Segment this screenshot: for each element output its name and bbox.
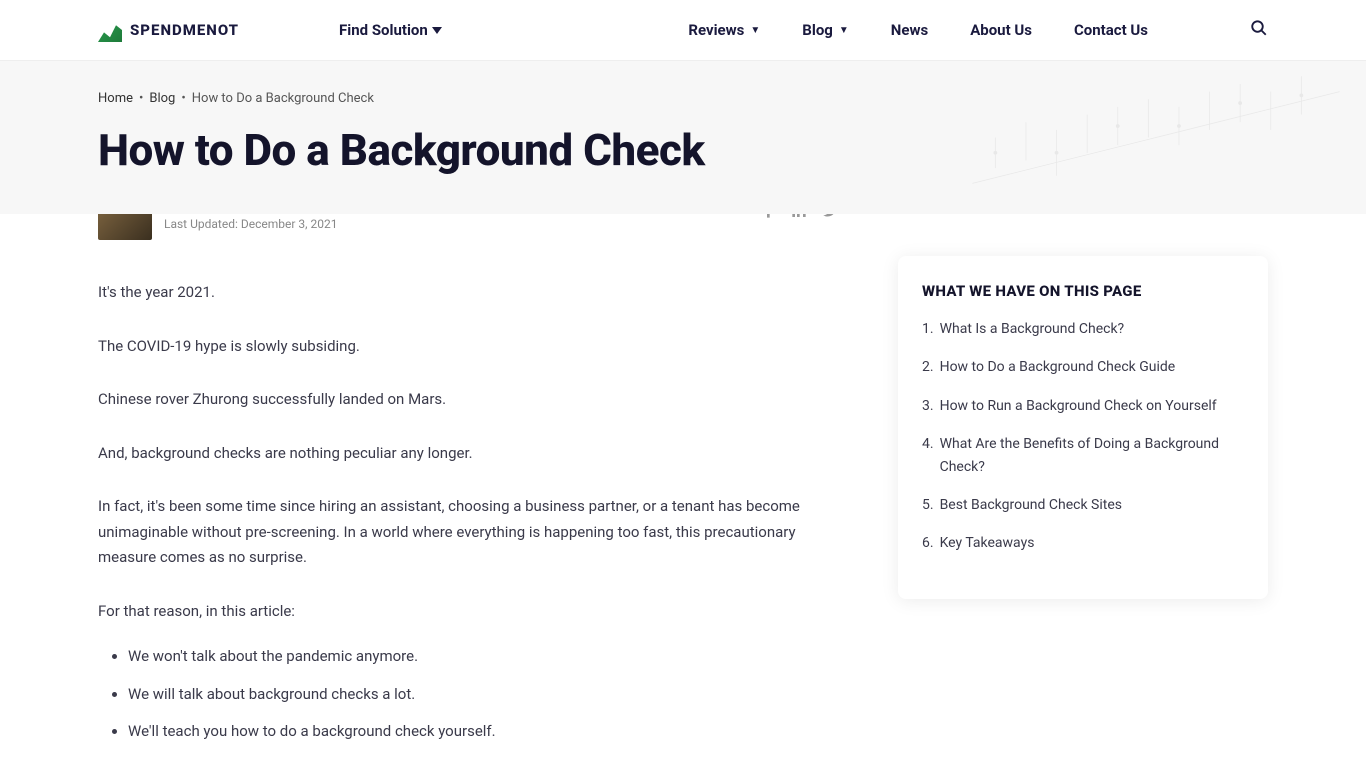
author-updated: Last Updated: December 3, 2021 [164,217,337,231]
main-nav: Reviews ▼ Blog ▼ News About Us Contact U… [688,19,1268,41]
toc-item[interactable]: Best Background Check Sites [922,494,1244,516]
paragraph: The COVID-19 hype is slowly subsiding. [98,334,838,360]
list-item: We'll teach you how to do a background c… [128,719,838,745]
toc-title: WHAT WE HAVE ON THIS PAGE [922,282,1244,300]
logo-icon [98,18,122,42]
bullet-list: We won't talk about the pandemic anymore… [128,644,838,745]
paragraph: And, background checks are nothing pecul… [98,441,838,467]
nav-reviews[interactable]: Reviews ▼ [688,21,760,39]
brand-logo[interactable]: SPENDMENOT [98,18,239,42]
nav-item-label: Contact Us [1074,21,1148,39]
breadcrumb-home[interactable]: Home [98,91,133,106]
find-solution-button[interactable]: Find Solution [339,21,442,39]
site-header: SPENDMENOT Find Solution Reviews ▼ Blog … [0,0,1366,61]
toc-list: What Is a Background Check? How to Do a … [922,318,1244,555]
chevron-down-icon: ▼ [839,25,849,36]
nav-item-label: Blog [802,21,833,39]
nav-contact[interactable]: Contact Us [1074,21,1148,39]
toc-card: WHAT WE HAVE ON THIS PAGE What Is a Back… [898,256,1268,599]
list-item: We won't talk about the pandemic anymore… [128,644,838,670]
breadcrumb-blog[interactable]: Blog [149,91,175,106]
page-title: How to Do a Background Check [98,124,1268,176]
paragraph: Chinese rover Zhurong successfully lande… [98,387,838,413]
nav-item-label: About Us [970,21,1032,39]
nav-item-label: News [891,21,928,39]
toc-item[interactable]: What Is a Background Check? [922,318,1244,340]
toc-item[interactable]: How to Do a Background Check Guide [922,356,1244,378]
sidebar: WHAT WE HAVE ON THIS PAGE What Is a Back… [898,256,1268,757]
chevron-down-icon: ▼ [750,25,760,36]
breadcrumb: Home • Blog • How to Do a Background Che… [98,91,1268,106]
main-column: by Danka Delić Last Updated: December 3,… [98,214,838,757]
toc-item[interactable]: Key Takeaways [922,532,1244,554]
breadcrumb-sep: • [181,91,185,106]
list-item: We will talk about background checks a l… [128,682,838,708]
content-wrap: by Danka Delić Last Updated: December 3,… [0,214,1366,757]
find-solution-label: Find Solution [339,21,428,39]
toc-item[interactable]: What Are the Benefits of Doing a Backgro… [922,433,1244,478]
paragraph: In fact, it's been some time since hirin… [98,494,838,571]
paragraph: For that reason, in this article: [98,599,838,625]
search-icon[interactable] [1250,19,1268,41]
breadcrumb-sep: • [139,91,143,106]
nav-about[interactable]: About Us [970,21,1032,39]
nav-item-label: Reviews [688,21,744,39]
brand-name: SPENDMENOT [130,21,239,39]
nav-news[interactable]: News [891,21,928,39]
breadcrumb-current: How to Do a Background Check [192,91,374,106]
article-body: It's the year 2021. The COVID-19 hype is… [98,280,838,745]
hero-section: Home • Blog • How to Do a Background Che… [0,61,1366,214]
nav-blog[interactable]: Blog ▼ [802,21,849,39]
paragraph: It's the year 2021. [98,280,838,306]
filter-icon [432,27,442,34]
toc-item[interactable]: How to Run a Background Check on Yoursel… [922,395,1244,417]
